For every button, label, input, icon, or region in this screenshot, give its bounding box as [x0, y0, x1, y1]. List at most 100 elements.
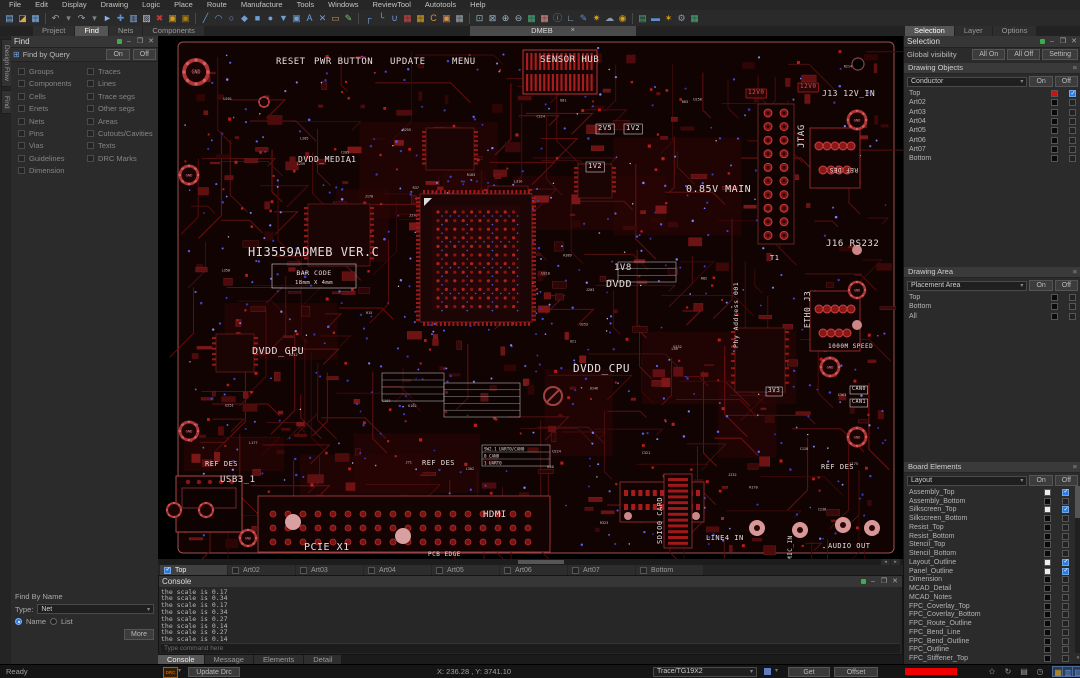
checkbox[interactable]: [18, 105, 25, 112]
collapse-icon[interactable]: ≡: [1073, 267, 1077, 277]
layer-tab-art02[interactable]: Art02: [228, 565, 295, 575]
color-swatch[interactable]: [1044, 489, 1051, 496]
visibility-checkbox[interactable]: [1062, 603, 1069, 610]
category-select[interactable]: Layout▾: [907, 476, 1027, 486]
color-swatch[interactable]: [1044, 576, 1051, 583]
zoom-fit-icon[interactable]: ⊡: [473, 12, 486, 25]
color-swatch[interactable]: [1044, 655, 1051, 662]
checkbox[interactable]: [18, 80, 25, 87]
copper-c-icon[interactable]: C: [427, 12, 440, 25]
section-header[interactable]: Drawing Objects≡: [904, 62, 1080, 74]
color-swatch[interactable]: [1044, 550, 1051, 557]
section-scrollbar[interactable]: [1075, 486, 1080, 653]
all-on-button[interactable]: All On: [972, 49, 1005, 60]
save-state-icon[interactable]: ▤: [1018, 666, 1030, 677]
console-command-input[interactable]: Type command here: [161, 643, 900, 653]
color-swatch[interactable]: [1044, 646, 1051, 653]
off-button[interactable]: Off: [1055, 76, 1078, 87]
undo-menu-icon[interactable]: ▾: [62, 12, 75, 25]
color-swatch[interactable]: [1044, 603, 1051, 610]
close-icon[interactable]: ✕: [147, 36, 155, 47]
color-swatch[interactable]: [1051, 313, 1058, 320]
minimize-icon[interactable]: –: [869, 576, 877, 587]
radio-name[interactable]: [15, 618, 22, 625]
draw-line-icon[interactable]: ╱: [199, 12, 212, 25]
tab-options[interactable]: Options: [993, 26, 1037, 36]
flash-icon[interactable]: ✷: [590, 12, 603, 25]
checkbox[interactable]: [18, 68, 25, 75]
layer-tab-art04[interactable]: Art04: [364, 565, 431, 575]
visibility-checkbox[interactable]: [1062, 498, 1069, 505]
visibility-checkbox[interactable]: [1069, 146, 1076, 153]
layer-tab-bottom[interactable]: Bottom: [636, 565, 703, 575]
grid-yellow-icon[interactable]: ▦: [414, 12, 427, 25]
visibility-checkbox[interactable]: [1062, 576, 1069, 583]
checkbox[interactable]: [87, 105, 94, 112]
drc-dropdown-icon[interactable]: ▾: [178, 665, 181, 678]
section-header[interactable]: Drawing Area≡: [904, 266, 1080, 278]
layer-tab-art05[interactable]: Art05: [432, 565, 499, 575]
move-icon[interactable]: ✚: [114, 12, 127, 25]
type-select[interactable]: Net▾: [37, 604, 154, 614]
document-tab[interactable]: DMEB ×: [470, 26, 636, 36]
menu-manufacture[interactable]: Manufacture: [234, 0, 290, 10]
new-file-icon[interactable]: ▤: [3, 12, 16, 25]
color-swatch[interactable]: [1044, 638, 1051, 645]
visibility-checkbox[interactable]: [1062, 515, 1069, 522]
pad-orange-icon[interactable]: ▣: [440, 12, 453, 25]
checkbox[interactable]: [87, 142, 94, 149]
color-swatch[interactable]: [1051, 294, 1058, 301]
layer-checkbox[interactable]: [164, 567, 171, 574]
off-button[interactable]: Off: [1055, 280, 1078, 291]
comp-green-icon[interactable]: ▦: [688, 12, 701, 25]
checkbox[interactable]: [18, 155, 25, 162]
redo-menu-icon[interactable]: ▾: [88, 12, 101, 25]
layer-tab-top[interactable]: Top: [160, 565, 227, 575]
erase-icon[interactable]: ✕: [316, 12, 329, 25]
toggle-grid-icon[interactable]: ▨: [1072, 666, 1080, 677]
menu-windows[interactable]: Windows: [321, 0, 365, 10]
on-button[interactable]: On: [1029, 280, 1052, 291]
color-swatch[interactable]: [1044, 594, 1051, 601]
color-swatch[interactable]: [1051, 99, 1058, 106]
visibility-checkbox[interactable]: [1069, 90, 1076, 97]
all-off-button[interactable]: All Off: [1007, 49, 1040, 60]
collapse-icon[interactable]: ≡: [1073, 462, 1077, 472]
category-select[interactable]: Placement Area▾: [907, 281, 1027, 291]
color-swatch[interactable]: [1051, 118, 1058, 125]
visibility-checkbox[interactable]: [1069, 137, 1076, 144]
menu-logic[interactable]: Logic: [135, 0, 167, 10]
measure-icon[interactable]: ∟: [564, 12, 577, 25]
copy-icon[interactable]: ▥: [127, 12, 140, 25]
visibility-checkbox[interactable]: [1062, 611, 1069, 618]
draw-rect-icon[interactable]: ■: [251, 12, 264, 25]
paste-icon[interactable]: ▨: [140, 12, 153, 25]
annotate-icon[interactable]: ✎: [577, 12, 590, 25]
color-swatch[interactable]: [1044, 620, 1051, 627]
minimize-icon[interactable]: –: [1048, 36, 1056, 47]
offset-button[interactable]: Offset: [834, 667, 878, 677]
restore-icon[interactable]: ❒: [1059, 36, 1067, 47]
cloud-icon[interactable]: ☁: [603, 12, 616, 25]
visibility-checkbox[interactable]: [1069, 294, 1076, 301]
menu-tools[interactable]: Tools: [290, 0, 322, 10]
route-corner-icon[interactable]: ┌: [362, 12, 375, 25]
visibility-checkbox[interactable]: [1069, 127, 1076, 134]
query-on-button[interactable]: On: [106, 49, 129, 60]
pin-icon[interactable]: [861, 579, 866, 584]
route-diag-icon[interactable]: ╰: [375, 12, 388, 25]
checkbox[interactable]: [18, 167, 25, 174]
color-swatch[interactable]: [1051, 90, 1058, 97]
layer-tab-art03[interactable]: Art03: [296, 565, 363, 575]
checkbox[interactable]: [18, 130, 25, 137]
visibility-checkbox[interactable]: [1062, 489, 1069, 496]
menu-reviewtool[interactable]: ReviewTool: [366, 0, 418, 10]
layer-checkbox[interactable]: [640, 567, 647, 574]
draw-polygon-icon[interactable]: ◆: [238, 12, 251, 25]
frame-icon[interactable]: ▭: [329, 12, 342, 25]
text-icon[interactable]: A: [303, 12, 316, 25]
coin-icon[interactable]: ◉: [616, 12, 629, 25]
close-icon[interactable]: ×: [571, 26, 575, 36]
visibility-checkbox[interactable]: [1062, 646, 1069, 653]
visibility-checkbox[interactable]: [1069, 99, 1076, 106]
